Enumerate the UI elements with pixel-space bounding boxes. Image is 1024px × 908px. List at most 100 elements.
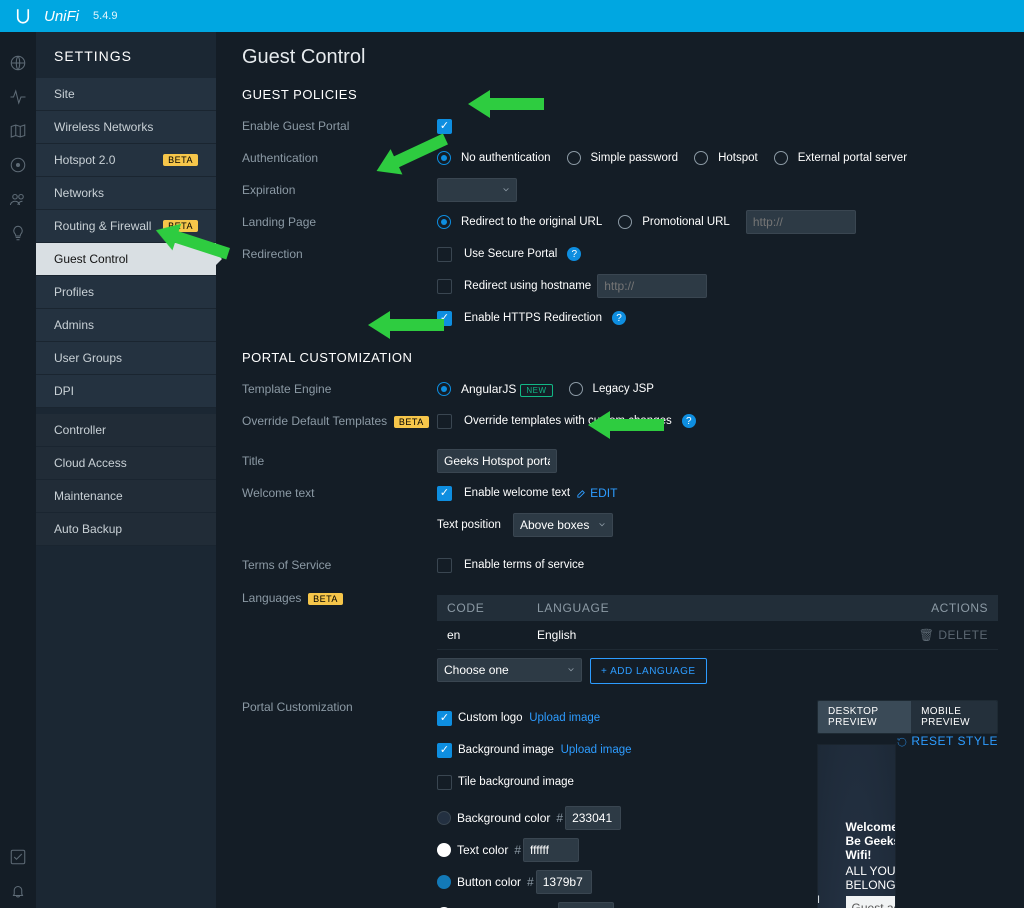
radio-auth-hotspot[interactable] [694, 151, 708, 165]
swatch-label: Background color [457, 811, 550, 825]
sidebar-item-maintenance[interactable]: Maintenance [36, 480, 216, 513]
swatch-text[interactable] [437, 843, 451, 857]
beta-badge: BETA [308, 593, 343, 605]
bell-icon[interactable] [9, 882, 27, 900]
sidebar-item-cloud-access[interactable]: Cloud Access [36, 447, 216, 480]
swatch-background[interactable] [437, 811, 451, 825]
tab-mobile[interactable]: MOBILE PREVIEW [911, 701, 997, 733]
checkbox-tos[interactable] [437, 558, 452, 573]
sidebar-item-profiles[interactable]: Profiles [36, 276, 216, 309]
input-button-text-color[interactable] [558, 902, 614, 908]
reset-style-link[interactable]: RESET STYLE [896, 734, 998, 748]
content: Guest Control GUEST POLICIES Enable Gues… [216, 32, 1024, 908]
sidebar-item-hotspot-2-0[interactable]: Hotspot 2.0BETA [36, 144, 216, 177]
page-title: Guest Control [242, 46, 998, 69]
section-portal-customization: PORTAL CUSTOMIZATION [242, 350, 998, 365]
sidebar-item-routing-firewall[interactable]: Routing & FirewallBETA [36, 210, 216, 243]
cell-code: en [447, 628, 537, 642]
label-landing: Landing Page [242, 215, 437, 229]
label-languages: Languages BETA [242, 591, 437, 605]
icon-rail [0, 32, 36, 908]
cb-label: Tile background image [458, 776, 574, 788]
sidebar-item-admins[interactable]: Admins [36, 309, 216, 342]
sidebar-item-wireless-networks[interactable]: Wireless Networks [36, 111, 216, 144]
input-text-color[interactable] [523, 838, 579, 862]
col-language: LANGUAGE [537, 601, 898, 615]
help-icon[interactable]: ? [612, 311, 626, 325]
users-icon[interactable] [9, 190, 27, 208]
sidebar-item-controller[interactable]: Controller [36, 414, 216, 447]
input-button-color[interactable] [536, 870, 592, 894]
swatch-button[interactable] [437, 875, 451, 889]
input-bg-color[interactable] [565, 806, 621, 830]
radar-icon[interactable] [9, 156, 27, 174]
delete-link[interactable]: 🗑 DELETE [898, 628, 988, 642]
tab-desktop[interactable]: DESKTOP PREVIEW [818, 701, 911, 733]
cb-label: Custom logo [458, 712, 523, 724]
edit-link[interactable]: EDIT [576, 486, 617, 500]
help-icon[interactable]: ? [567, 247, 581, 261]
preview-logo: UBIQUITI NETWORKS [817, 847, 824, 908]
input-title[interactable] [437, 449, 557, 473]
map-icon[interactable] [9, 122, 27, 140]
radio-landing-promo[interactable] [618, 215, 632, 229]
upload-bg-link[interactable]: Upload image [561, 744, 632, 756]
radio-auth-external[interactable] [774, 151, 788, 165]
cb-label: Background image [458, 744, 554, 756]
sidebar-item-auto-backup[interactable]: Auto Backup [36, 513, 216, 546]
select-language[interactable]: Choose one [437, 658, 582, 682]
checkbox-https-redirection[interactable] [437, 311, 452, 326]
checkbox-tile-bg[interactable] [437, 775, 452, 790]
activity-icon[interactable] [9, 88, 27, 106]
checkbox-bg-image[interactable] [437, 743, 452, 758]
checkbox-secure-portal[interactable] [437, 247, 452, 262]
version-label: 5.4.9 [93, 10, 117, 22]
checkbox-welcome[interactable] [437, 486, 452, 501]
cb-label: Enable welcome text [464, 487, 570, 499]
label-tos: Terms of Service [242, 558, 437, 572]
radio-engine-jsp[interactable] [569, 382, 583, 396]
lightbulb-icon[interactable] [9, 224, 27, 242]
checkbox-enable-portal[interactable] [437, 119, 452, 134]
select-text-position[interactable]: Above boxes [513, 513, 613, 537]
radio-landing-original[interactable] [437, 215, 451, 229]
portal-preview: UBIQUITI NETWORKS Welcome to We Must Be … [817, 744, 896, 908]
brand-label: UniFi [44, 8, 79, 25]
label-template-engine: Template Engine [242, 382, 437, 396]
table-row: en English 🗑 DELETE [437, 621, 998, 650]
sidebar-item-site[interactable]: Site [36, 78, 216, 111]
beta-badge: BETA [394, 416, 429, 428]
label-enable-portal: Enable Guest Portal [242, 119, 437, 133]
radio-label: External portal server [798, 152, 907, 164]
input-promo-url[interactable] [746, 210, 856, 234]
radio-auth-simple[interactable] [567, 151, 581, 165]
label-authentication: Authentication [242, 151, 437, 165]
sidebar-item-guest-control[interactable]: Guest Control [36, 243, 216, 276]
check-icon[interactable] [9, 848, 27, 866]
preview-card: Welcome to We Must Be Geeks Guest Wifi! … [846, 820, 897, 908]
upload-logo-link[interactable]: Upload image [529, 712, 600, 724]
radio-label: AngularJSNEW [461, 382, 553, 396]
cell-lang: English [537, 628, 898, 642]
sidebar-item-user-groups[interactable]: User Groups [36, 342, 216, 375]
topbar: UniFi 5.4.9 [0, 0, 1024, 32]
cb-label: Enable terms of service [464, 559, 584, 571]
input-redirect-hostname[interactable] [597, 274, 707, 298]
add-language-button[interactable]: + ADD LANGUAGE [590, 658, 707, 684]
new-badge: NEW [520, 384, 552, 397]
swatch-label: Button color [457, 875, 521, 889]
cb-label: Redirect using hostname [464, 280, 591, 292]
checkbox-override[interactable] [437, 414, 452, 429]
help-icon[interactable]: ? [682, 414, 696, 428]
radio-auth-none[interactable] [437, 151, 451, 165]
sidebar-item-dpi[interactable]: DPI [36, 375, 216, 408]
languages-table: CODE LANGUAGE ACTIONS en English 🗑 DELET… [437, 595, 998, 650]
checkbox-redirect-hostname[interactable] [437, 279, 452, 294]
radio-engine-angular[interactable] [437, 382, 451, 396]
radio-label: Hotspot [718, 152, 758, 164]
select-expiration[interactable] [437, 178, 517, 202]
swatch-label: Text color [457, 843, 508, 857]
checkbox-custom-logo[interactable] [437, 711, 452, 726]
globe-icon[interactable] [9, 54, 27, 72]
sidebar-item-networks[interactable]: Networks [36, 177, 216, 210]
